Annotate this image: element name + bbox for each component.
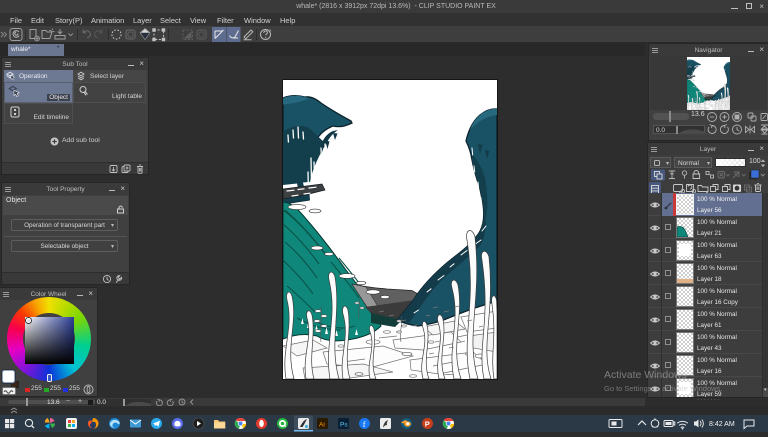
svg-text:8:42 AM: 8:42 AM [709, 421, 735, 428]
svg-text:f: f [363, 419, 366, 429]
svg-text:Ps: Ps [340, 422, 348, 429]
svg-text:Ai: Ai [319, 422, 325, 429]
svg-text:P: P [425, 420, 430, 429]
